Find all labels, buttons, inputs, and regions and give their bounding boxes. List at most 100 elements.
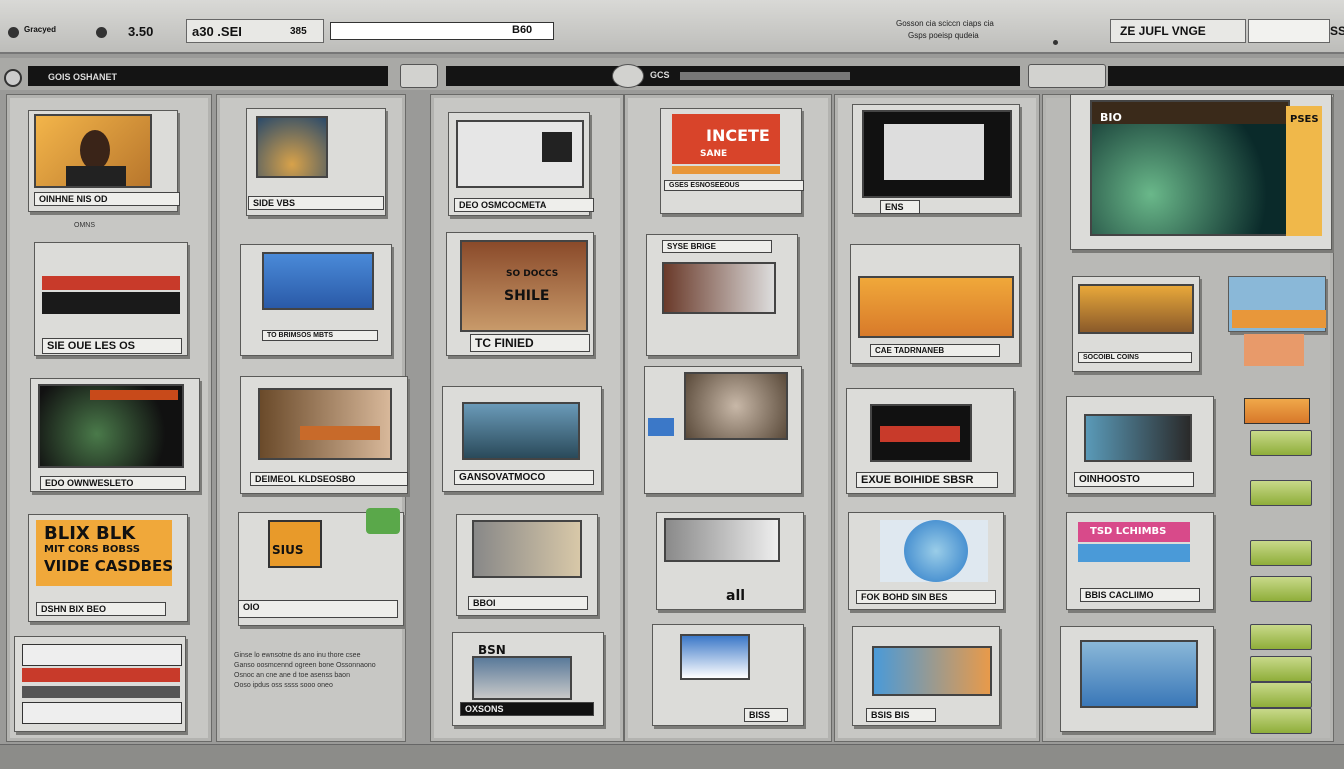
- video-thumbnail[interactable]: [258, 388, 392, 460]
- banner-main: VIIDE CASDBES: [44, 557, 174, 575]
- side-tile-block: [1244, 334, 1304, 366]
- card-label: OIO: [238, 600, 398, 618]
- video-thumbnail[interactable]: [472, 520, 582, 578]
- tab-green[interactable]: [1250, 708, 1312, 734]
- tab-green[interactable]: [1250, 480, 1312, 506]
- video-thumbnail[interactable]: [872, 646, 992, 696]
- info-line-2: Gsps poeisp qudeia: [908, 31, 979, 40]
- video-thumbnail[interactable]: [38, 384, 184, 468]
- thumb-label: all: [726, 588, 746, 604]
- thumb-title: INCETE: [706, 126, 770, 145]
- featured-top: BIO: [1100, 111, 1122, 124]
- tab-green[interactable]: [1250, 430, 1312, 456]
- card-label: CAE TADRNANEB: [870, 344, 1000, 357]
- counter-a: 3.50: [128, 24, 154, 39]
- card-caption: OMNS: [74, 222, 95, 229]
- card-label: ENS: [880, 200, 920, 214]
- counter-b: a30 .SEI: [192, 24, 242, 39]
- dot-icon[interactable]: [96, 27, 107, 38]
- video-thumbnail[interactable]: [870, 404, 972, 462]
- thumb-text: SO DOCCS: [506, 269, 559, 279]
- video-thumbnail[interactable]: [1080, 640, 1198, 708]
- card-label: DSHN BIX BEO: [36, 602, 166, 616]
- body-text-3: Osnoc an cne ane d toe asenss baon: [234, 672, 350, 679]
- accent-bar: [672, 166, 780, 174]
- card-label: OINHOOSTO: [1074, 472, 1194, 487]
- video-thumbnail[interactable]: [1078, 284, 1194, 334]
- mode-button[interactable]: [1028, 64, 1106, 88]
- thumb-label: SIUS: [272, 543, 304, 557]
- video-thumbnail[interactable]: [262, 252, 374, 310]
- tab-green[interactable]: [1250, 682, 1312, 708]
- body-text-2: Ganso oosmcennd ogreen bone Ossonnaono: [234, 662, 376, 669]
- body-text-4: Ooso ipdus oss ssss sooo oneo: [234, 682, 333, 689]
- thumb-main: SHILE: [504, 288, 550, 304]
- tab-green[interactable]: [1250, 656, 1312, 682]
- card-label: BBOI: [468, 596, 588, 610]
- card-label: OINHNE NIS OD: [34, 192, 180, 206]
- video-thumbnail[interactable]: [456, 120, 584, 188]
- video-thumbnail[interactable]: [256, 116, 328, 178]
- card-label: SYSE BRIGE: [662, 240, 772, 253]
- center-path-label: GCS: [650, 70, 670, 80]
- side-tile-band: [1232, 310, 1326, 328]
- tab-orange[interactable]: [1244, 398, 1310, 424]
- record-icon[interactable]: [8, 27, 19, 38]
- right-badge-box[interactable]: [1248, 19, 1330, 43]
- color-band: [42, 292, 180, 314]
- featured-right: PSES: [1290, 114, 1319, 125]
- stack-row: [22, 686, 180, 698]
- tab-green[interactable]: [1250, 624, 1312, 650]
- card-label: BISS: [744, 708, 788, 722]
- card-label: DEO OSMCOCMETA: [454, 198, 594, 212]
- counter-b-suffix: 385: [290, 26, 307, 37]
- banner-sub: MIT CORS BOBSS: [44, 544, 140, 555]
- right-search-value: ZE JUFL VNGE: [1120, 24, 1206, 38]
- progress-track: [680, 72, 850, 80]
- tab-green[interactable]: [1250, 540, 1312, 566]
- small-dot-icon: [1053, 40, 1058, 45]
- left-path-label: GOIS OSHANET: [48, 72, 118, 82]
- thumb-sub: SANE: [700, 149, 728, 159]
- address-field-value: B60: [512, 24, 533, 36]
- tab-green[interactable]: [1250, 576, 1312, 602]
- stack-row: [22, 644, 182, 666]
- right-path-bar[interactable]: [1108, 66, 1344, 86]
- card-label: TO BRIMSOS MBTS: [262, 330, 378, 341]
- toggle-knob-icon[interactable]: [4, 69, 22, 87]
- stack-row: [22, 668, 180, 682]
- video-thumbnail[interactable]: [858, 276, 1014, 338]
- info-line-1: Gosson cia sciccn ciaps cia: [896, 19, 994, 28]
- video-thumbnail[interactable]: [664, 518, 780, 562]
- card-label: EDO OWNWESLETO: [40, 476, 186, 490]
- banner-text: TSD LCHIMBS: [1090, 526, 1167, 537]
- card-label: TC FINIED: [470, 334, 590, 352]
- card-label: BSIS BIS: [866, 708, 936, 722]
- blue-banner: [1078, 544, 1190, 562]
- card-label: SIDE VBS: [248, 196, 384, 210]
- card-label: GSES ESNOSEEOUS: [664, 180, 804, 191]
- body-text-1: Ginse lo ewnsotne ds ano inu thore csee: [234, 652, 361, 659]
- video-thumbnail[interactable]: [1084, 414, 1192, 462]
- banner-title: BLIX BLK: [44, 523, 136, 544]
- video-thumbnail[interactable]: [662, 262, 776, 314]
- card-label: DEIMEOL KLDSEOSBO: [250, 472, 408, 486]
- card-label: EXUE BOIHIDE SBSR: [856, 472, 998, 488]
- video-thumbnail[interactable]: [684, 372, 788, 440]
- video-thumbnail[interactable]: [862, 110, 1012, 198]
- green-tag: [366, 508, 400, 534]
- card-label: FOK BOHD SIN BES: [856, 590, 996, 604]
- video-thumbnail[interactable]: [462, 402, 580, 460]
- mini-tile: [648, 418, 674, 436]
- color-band: [42, 276, 180, 290]
- card-label: OXSONS: [460, 702, 594, 716]
- toolbar-left-label: Gracyed: [24, 25, 57, 34]
- globe-icon: [904, 520, 968, 582]
- nav-button[interactable]: [400, 64, 438, 88]
- video-thumbnail[interactable]: [680, 634, 750, 680]
- card-label: SIE OUE LES OS: [42, 338, 182, 354]
- video-thumbnail[interactable]: [34, 114, 152, 188]
- center-knob-icon[interactable]: [612, 64, 644, 88]
- status-bar: [0, 744, 1344, 769]
- video-thumbnail[interactable]: [472, 656, 572, 700]
